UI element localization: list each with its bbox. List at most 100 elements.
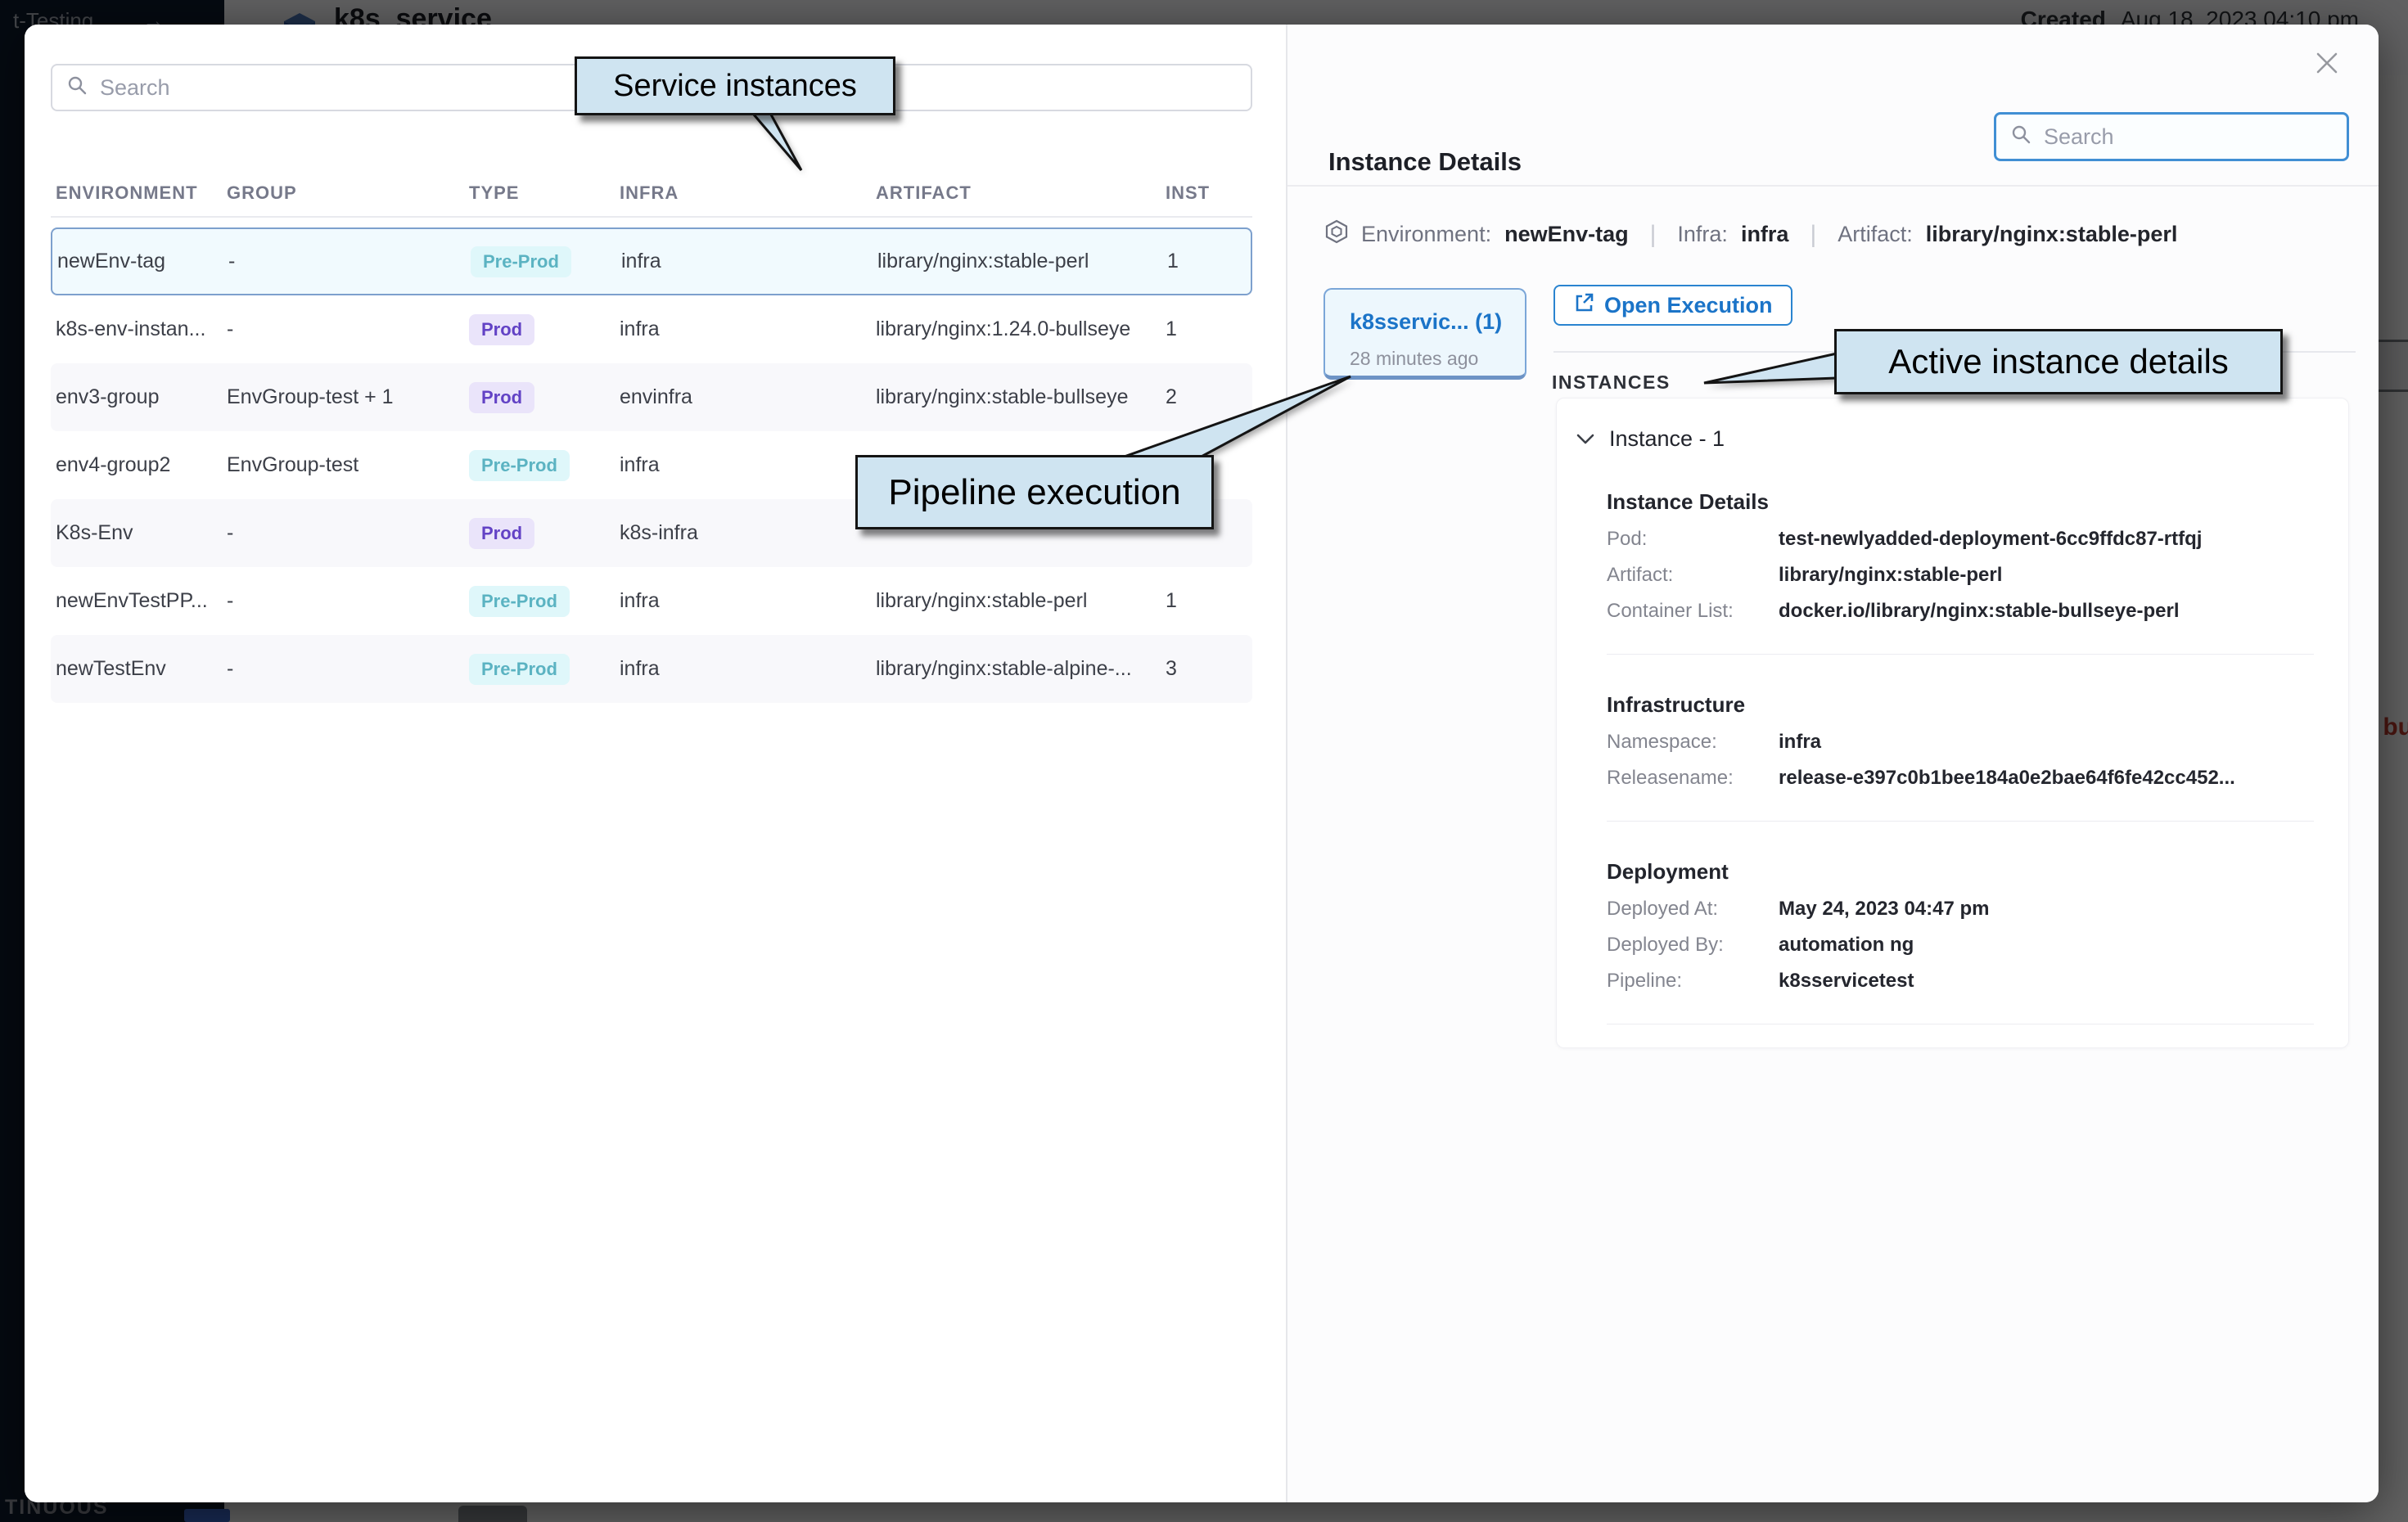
type-badge: Prod <box>469 314 534 345</box>
infra-label: Infra: <box>1677 222 1728 247</box>
detail-value: k8sservicetest <box>1779 970 2314 993</box>
cell-environment: newEnv-tag <box>57 250 228 273</box>
instance-accordion-header[interactable]: Instance - 1 <box>1557 426 2348 452</box>
table-row[interactable]: newEnvTestPP... - Pre-Prod infra library… <box>51 567 1252 635</box>
type-badge: Pre-Prod <box>471 246 571 277</box>
separator: | <box>1810 221 1816 249</box>
cell-artifact: library/nginx:stable-perl <box>877 250 1167 273</box>
detail-label: Pod: <box>1607 528 1779 551</box>
external-link-icon <box>1573 292 1594 319</box>
table-row[interactable]: env3-group EnvGroup-test + 1 Prod envinf… <box>51 363 1252 431</box>
detail-row: Pipeline: k8sservicetest <box>1607 970 2314 993</box>
detail-row: Container List: docker.io/library/nginx:… <box>1607 600 2314 623</box>
detail-label: Container List: <box>1607 600 1779 623</box>
type-badge: Prod <box>469 518 534 549</box>
separator: | <box>1650 221 1657 249</box>
divider <box>1607 654 2314 655</box>
search-icon <box>2011 124 2032 150</box>
divider <box>1287 185 2379 187</box>
cell-infra: infra <box>620 453 876 477</box>
cell-inst: 3 <box>1166 657 1252 681</box>
detail-label: Deployed At: <box>1607 898 1779 921</box>
close-icon[interactable] <box>2313 49 2349 85</box>
detail-row: Namespace: infra <box>1607 731 2314 754</box>
detail-value: May 24, 2023 04:47 pm <box>1779 898 2314 921</box>
detail-row: Releasename: release-e397c0b1bee184a0e2b… <box>1607 767 2314 790</box>
environment-label: Environment: <box>1361 222 1491 247</box>
environment-hexagon-icon <box>1325 219 1348 250</box>
cell-infra: infra <box>620 317 876 341</box>
panel-title: Instance Details <box>1328 147 1522 177</box>
screen: t-Testing → TINUOUS k8s_service CreatedA… <box>0 0 2408 1522</box>
col-inst: INST <box>1166 182 1252 204</box>
execution-time: 28 minutes ago <box>1350 348 1525 370</box>
col-group: GROUP <box>227 182 469 204</box>
detail-label: Pipeline: <box>1607 970 1779 993</box>
callout-pipeline-execution: Pipeline execution <box>855 455 1214 529</box>
detail-row: Deployed At: May 24, 2023 04:47 pm <box>1607 898 2314 921</box>
col-artifact: ARTIFACT <box>876 182 1166 204</box>
col-environment: ENVIRONMENT <box>56 182 227 204</box>
detail-value: infra <box>1779 731 2314 754</box>
cell-group: - <box>228 250 471 273</box>
cell-environment: newEnvTestPP... <box>56 589 227 613</box>
cell-group: - <box>227 317 469 341</box>
table-row[interactable]: newTestEnv - Pre-Prod infra library/ngin… <box>51 635 1252 703</box>
cell-environment: env4-group2 <box>56 453 227 477</box>
detail-value: docker.io/library/nginx:stable-bullseye-… <box>1779 600 2314 623</box>
col-infra: INFRA <box>620 182 876 204</box>
cell-group: EnvGroup-test + 1 <box>227 385 469 409</box>
search-input[interactable] <box>2044 124 2334 150</box>
detail-value: test-newlyadded-deployment-6cc9ffdc87-rt… <box>1779 528 2314 551</box>
service-instances-modal: ENVIRONMENT GROUP TYPE INFRA ARTIFACT IN… <box>25 25 2379 1502</box>
cell-infra: infra <box>621 250 877 273</box>
cell-artifact: library/nginx:1.24.0-bullseye <box>876 317 1166 341</box>
cell-infra: k8s-infra <box>620 521 876 545</box>
cell-artifact: library/nginx:stable-alpine-... <box>876 657 1166 681</box>
search-icon <box>67 75 88 101</box>
artifact-label: Artifact: <box>1838 222 1913 247</box>
instance-search[interactable] <box>1994 112 2349 161</box>
detail-row: Pod: test-newlyadded-deployment-6cc9ffdc… <box>1607 528 2314 551</box>
instances-table-panel: ENVIRONMENT GROUP TYPE INFRA ARTIFACT IN… <box>25 25 1287 1502</box>
cell-infra: envinfra <box>620 385 876 409</box>
type-badge: Pre-Prod <box>469 450 570 481</box>
detail-label: Deployed By: <box>1607 934 1779 957</box>
detail-label: Namespace: <box>1607 731 1779 754</box>
cell-inst: 1 <box>1166 589 1252 613</box>
execution-card[interactable]: k8sservic... (1) 28 minutes ago <box>1323 288 1526 380</box>
instance-title: Instance - 1 <box>1609 426 1725 452</box>
cell-group: - <box>227 589 469 613</box>
table-row[interactable]: k8s-env-instan... - Prod infra library/n… <box>51 295 1252 363</box>
cell-environment: k8s-env-instan... <box>56 317 227 341</box>
detail-label: Releasename: <box>1607 767 1779 790</box>
detail-value: library/nginx:stable-perl <box>1779 564 2314 587</box>
instance-summary: Environment: newEnv-tag | Infra: infra |… <box>1325 219 2177 250</box>
cell-group: - <box>227 521 469 545</box>
chevron-down-icon <box>1576 433 1594 446</box>
infra-value: infra <box>1741 222 1789 247</box>
table-header: ENVIRONMENT GROUP TYPE INFRA ARTIFACT IN… <box>51 170 1252 218</box>
callout-service-instances: Service instances <box>575 56 895 115</box>
cell-artifact: library/nginx:stable-bullseye <box>876 385 1166 409</box>
callout-active-instance-details: Active instance details <box>1834 329 2283 394</box>
execution-name: k8sservic... (1) <box>1350 309 1525 335</box>
detail-label: Artifact: <box>1607 564 1779 587</box>
instance-details-card: Instance - 1 Instance Details Pod: test-… <box>1556 398 2349 1048</box>
instance-details-panel: Instance Details Environment: newEnv-tag… <box>1287 25 2379 1502</box>
cell-group: - <box>227 657 469 681</box>
cell-environment: env3-group <box>56 385 227 409</box>
detail-value: automation ng <box>1779 934 2314 957</box>
section-heading: Infrastructure <box>1607 692 2314 718</box>
type-badge: Pre-Prod <box>469 586 570 617</box>
cell-group: EnvGroup-test <box>227 453 469 477</box>
open-execution-button[interactable]: Open Execution <box>1553 285 1792 326</box>
cell-infra: infra <box>620 657 876 681</box>
cell-environment: newTestEnv <box>56 657 227 681</box>
table-row-selected[interactable]: newEnv-tag - Pre-Prod infra library/ngin… <box>51 227 1252 295</box>
cell-environment: K8s-Env <box>56 521 227 545</box>
cell-inst: 2 <box>1166 385 1252 409</box>
detail-value: release-e397c0b1bee184a0e2bae64f6fe42cc4… <box>1779 767 2314 790</box>
cell-infra: infra <box>620 589 876 613</box>
divider <box>1607 821 2314 822</box>
